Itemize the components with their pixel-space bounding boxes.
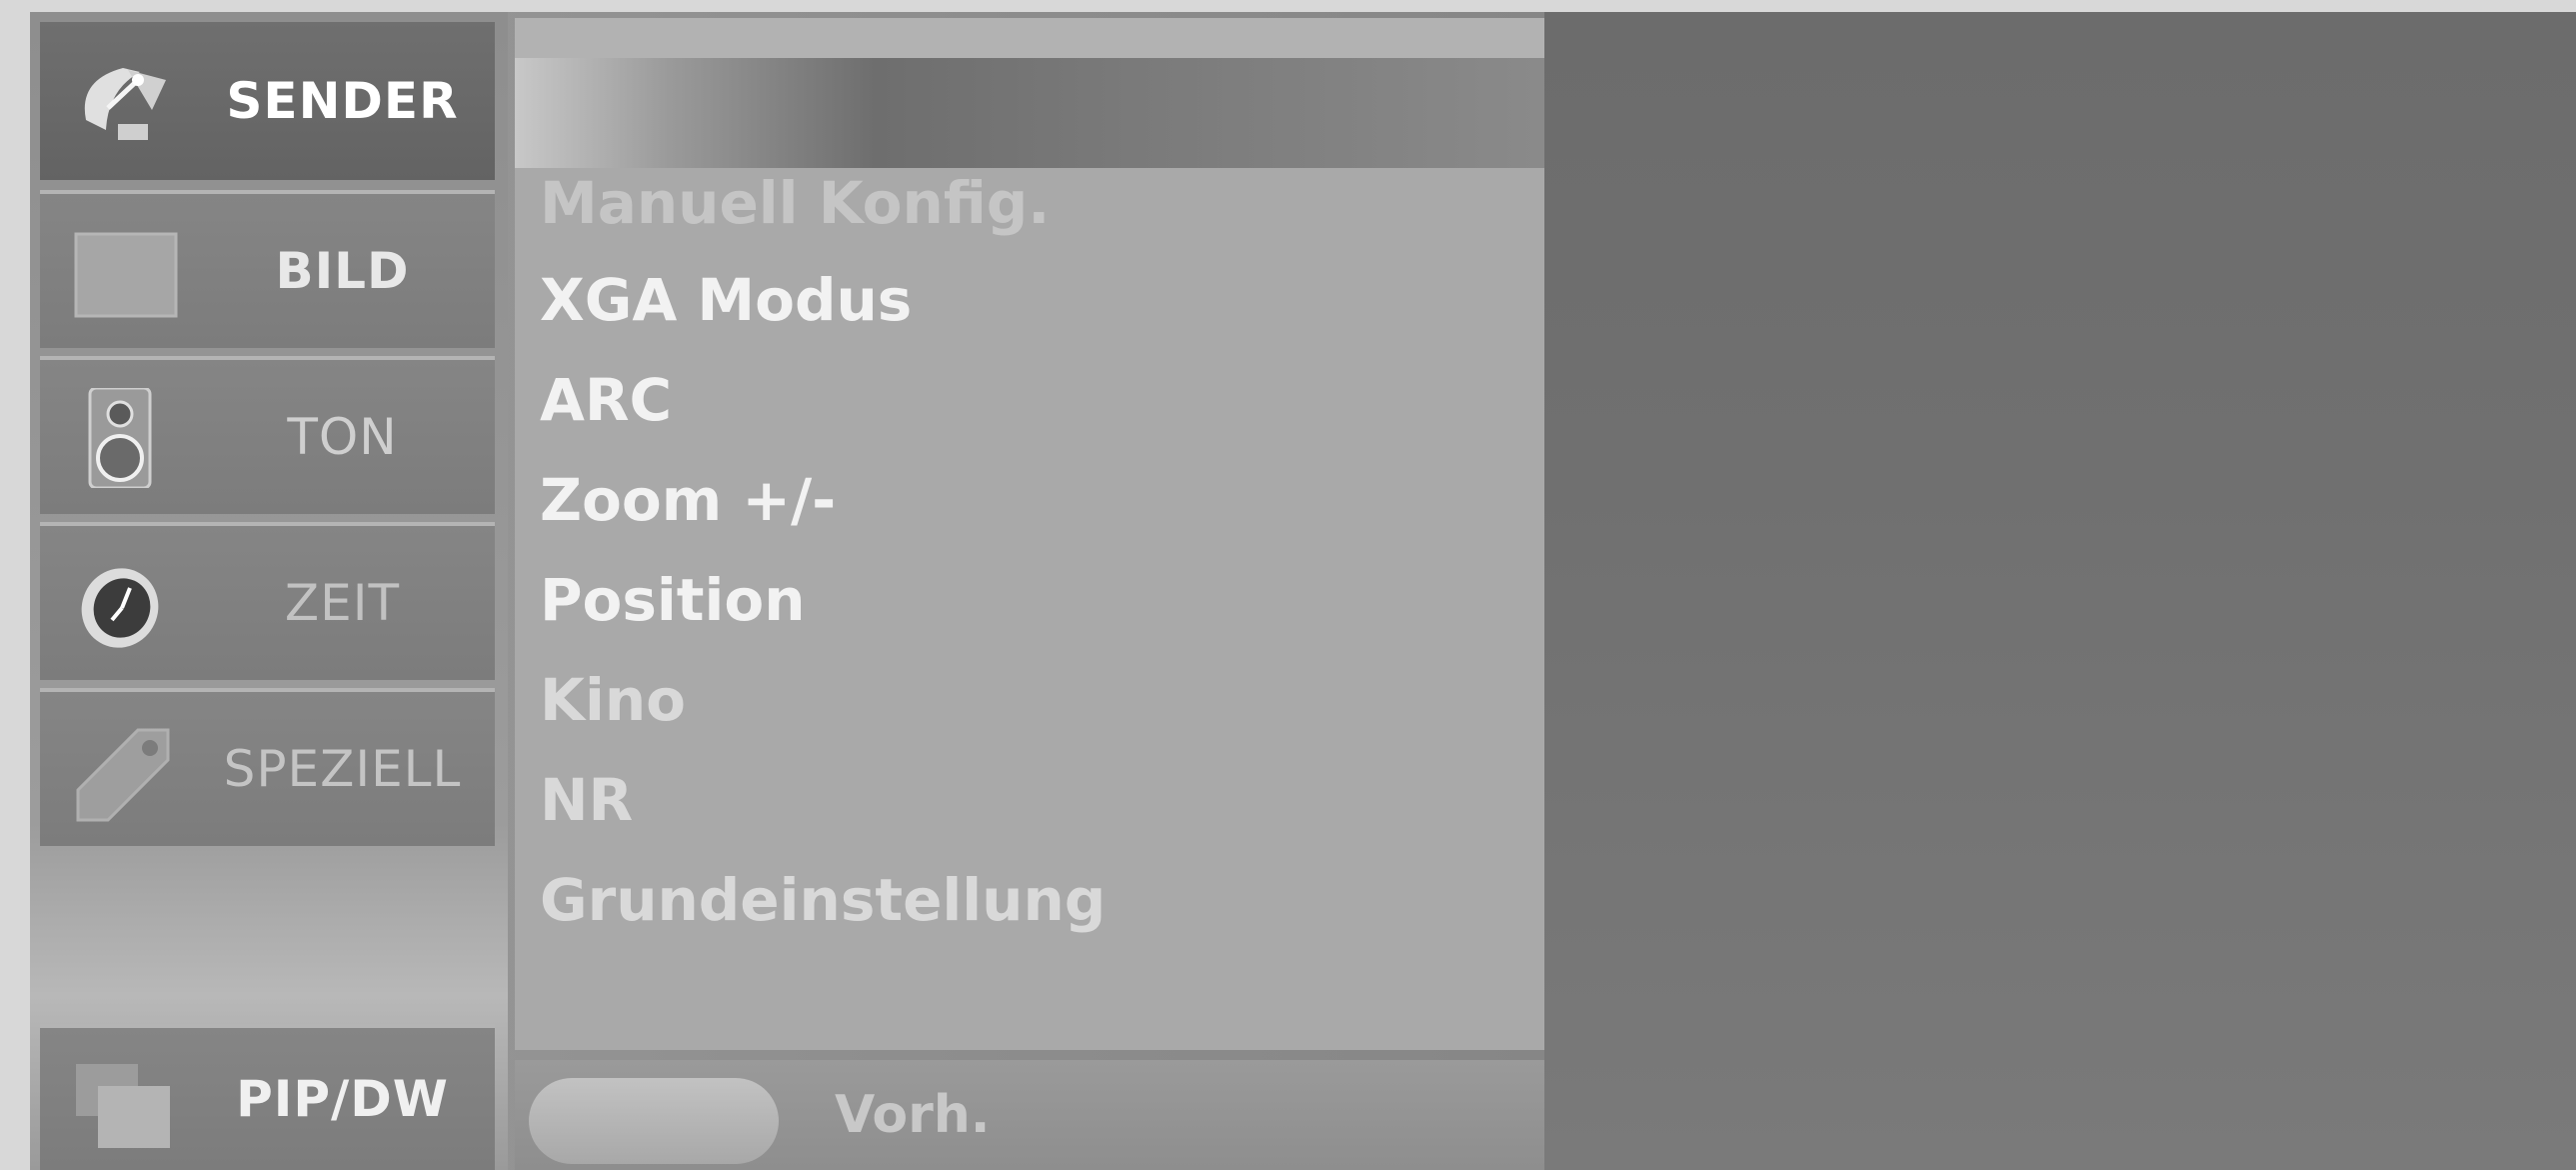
sidebar-item-label: PIP/DW [236, 1070, 449, 1128]
previous-label: Vorh. [835, 1085, 991, 1145]
menu-item-arc[interactable]: ARC [540, 360, 672, 440]
sidebar-item-speziell[interactable]: SPEZIELL [40, 688, 495, 846]
sidebar-item-bild[interactable]: BILD [40, 190, 495, 348]
submenu-panel: Manuell Konfig. XGA Modus ARC Zoom +/- P… [515, 18, 1544, 1050]
menu-item-grundeinstellung[interactable]: Grundeinstellung [540, 860, 1106, 940]
sidebar-item-label: BILD [275, 242, 410, 300]
clock-icon [68, 554, 178, 654]
menu-item-zoom[interactable]: Zoom +/- [540, 460, 836, 540]
sidebar-item-label: SENDER [226, 72, 459, 130]
sidebar-item-label: TON [287, 408, 398, 466]
satellite-dish-icon [68, 50, 178, 150]
sidebar-item-zeit[interactable]: ZEIT [40, 522, 495, 680]
sidebar-item-label: ZEIT [284, 574, 401, 632]
tag-icon [68, 720, 178, 822]
menu-item-manuell-konfig[interactable]: Manuell Konfig. [540, 163, 1050, 243]
sidebar-item-label: SPEZIELL [223, 740, 462, 798]
speaker-icon [68, 386, 178, 490]
navigation-hint-bar: Vorh. [515, 1060, 1544, 1170]
menu-item-xga-modus[interactable]: XGA Modus [540, 260, 912, 340]
sidebar-item-pip-dw[interactable]: PIP/DW [40, 1024, 495, 1170]
panel-header-bar [515, 58, 1544, 168]
picture-square-icon [68, 222, 178, 322]
panel-top-bar [515, 18, 1544, 58]
previous-button[interactable] [529, 1078, 779, 1164]
video-backdrop [1544, 12, 2576, 1170]
menu-item-nr[interactable]: NR [540, 760, 633, 840]
menu-item-position[interactable]: Position [540, 560, 806, 640]
menu-item-kino[interactable]: Kino [540, 660, 686, 740]
sidebar-item-sender[interactable]: SENDER [40, 22, 495, 180]
main-menu-sidebar: SENDER BILD TON ZEIT SPEZIELL PIP/DW [30, 12, 508, 1170]
sidebar-item-ton[interactable]: TON [40, 356, 495, 514]
pip-windows-icon [68, 1056, 178, 1156]
